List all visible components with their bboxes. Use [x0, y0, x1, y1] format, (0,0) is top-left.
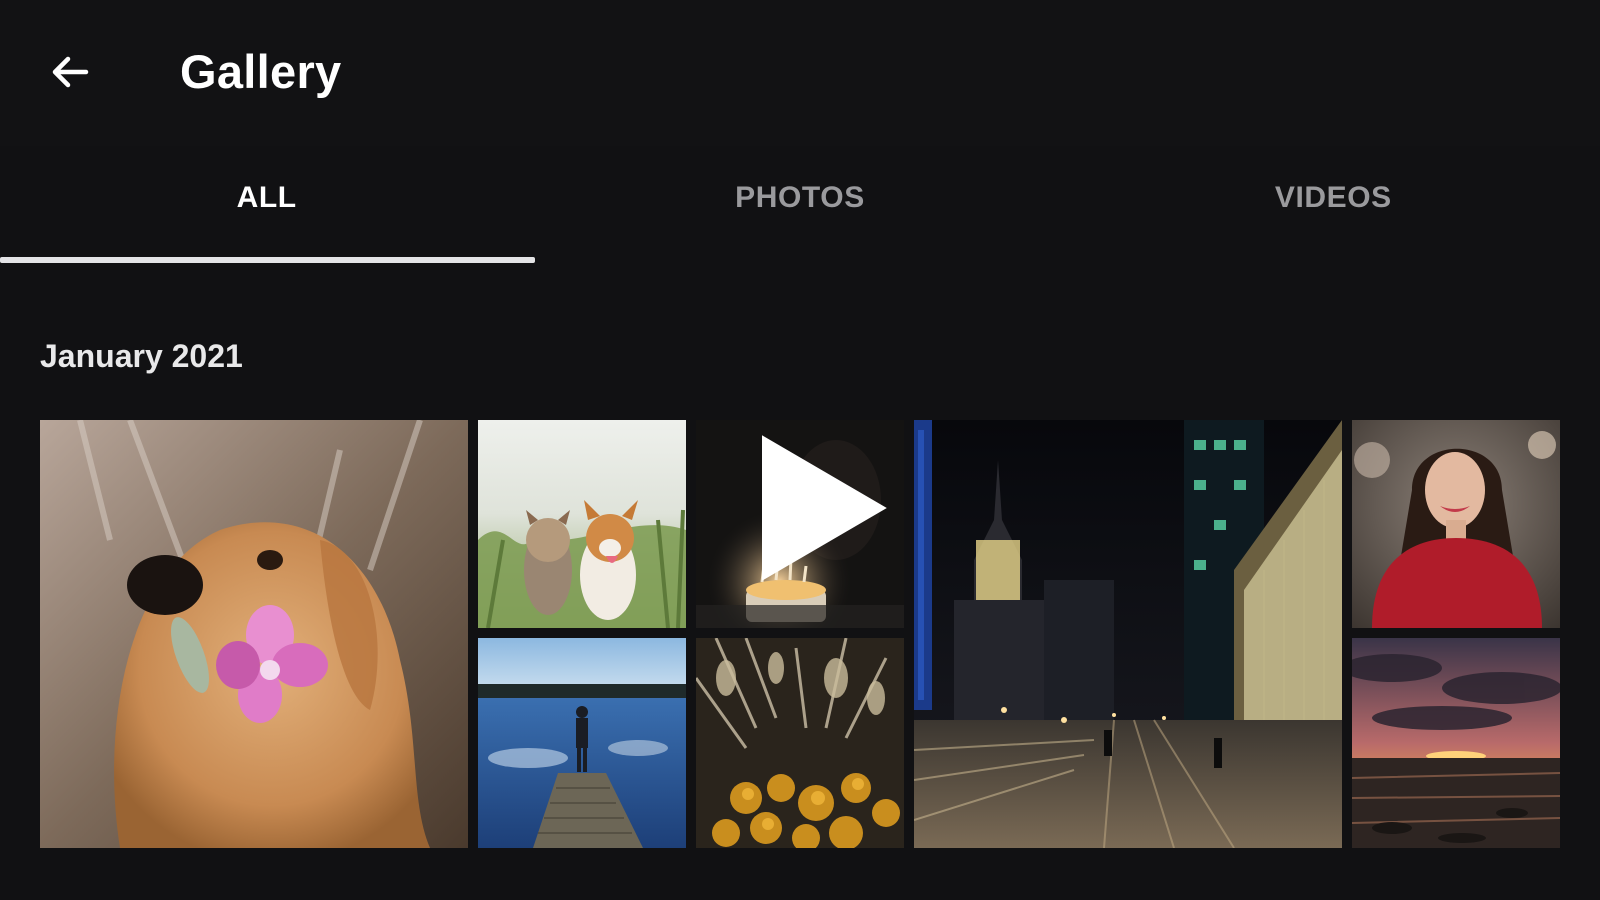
active-tab-indicator — [0, 257, 535, 263]
tab-photos[interactable]: PHOTOS — [533, 146, 1066, 264]
section-header-date: January 2021 — [40, 338, 243, 374]
pier-lake-thumbnail — [478, 638, 686, 848]
media-item-birthday-video[interactable] — [696, 420, 904, 628]
back-button[interactable] — [38, 40, 102, 104]
tab-bar: ALL PHOTOS VIDEOS — [0, 146, 1600, 264]
sunset-beach-thumbnail — [1352, 638, 1560, 848]
media-item-dried-flowers[interactable] — [696, 638, 904, 848]
media-item-city-night[interactable] — [914, 420, 1342, 848]
media-item-two-dogs[interactable] — [478, 420, 686, 628]
woman-portrait-thumbnail — [1352, 420, 1560, 628]
tab-videos[interactable]: VIDEOS — [1067, 146, 1600, 264]
dried-flowers-thumbnail — [696, 638, 904, 848]
media-item-sunset-beach[interactable] — [1352, 638, 1560, 848]
media-item-woman-portrait[interactable] — [1352, 420, 1560, 628]
play-icon — [762, 435, 887, 581]
media-item-dog-flower[interactable] — [40, 420, 468, 848]
page-title: Gallery — [180, 45, 342, 98]
city-night-thumbnail — [914, 420, 1342, 848]
media-item-pier-lake[interactable] — [478, 638, 686, 848]
dog-flower-thumbnail — [40, 420, 468, 848]
tab-all[interactable]: ALL — [0, 146, 533, 264]
arrow-left-icon — [52, 56, 89, 88]
app-bar: Gallery — [0, 0, 1600, 146]
media-grid — [40, 420, 1562, 848]
two-dogs-thumbnail — [478, 420, 686, 628]
